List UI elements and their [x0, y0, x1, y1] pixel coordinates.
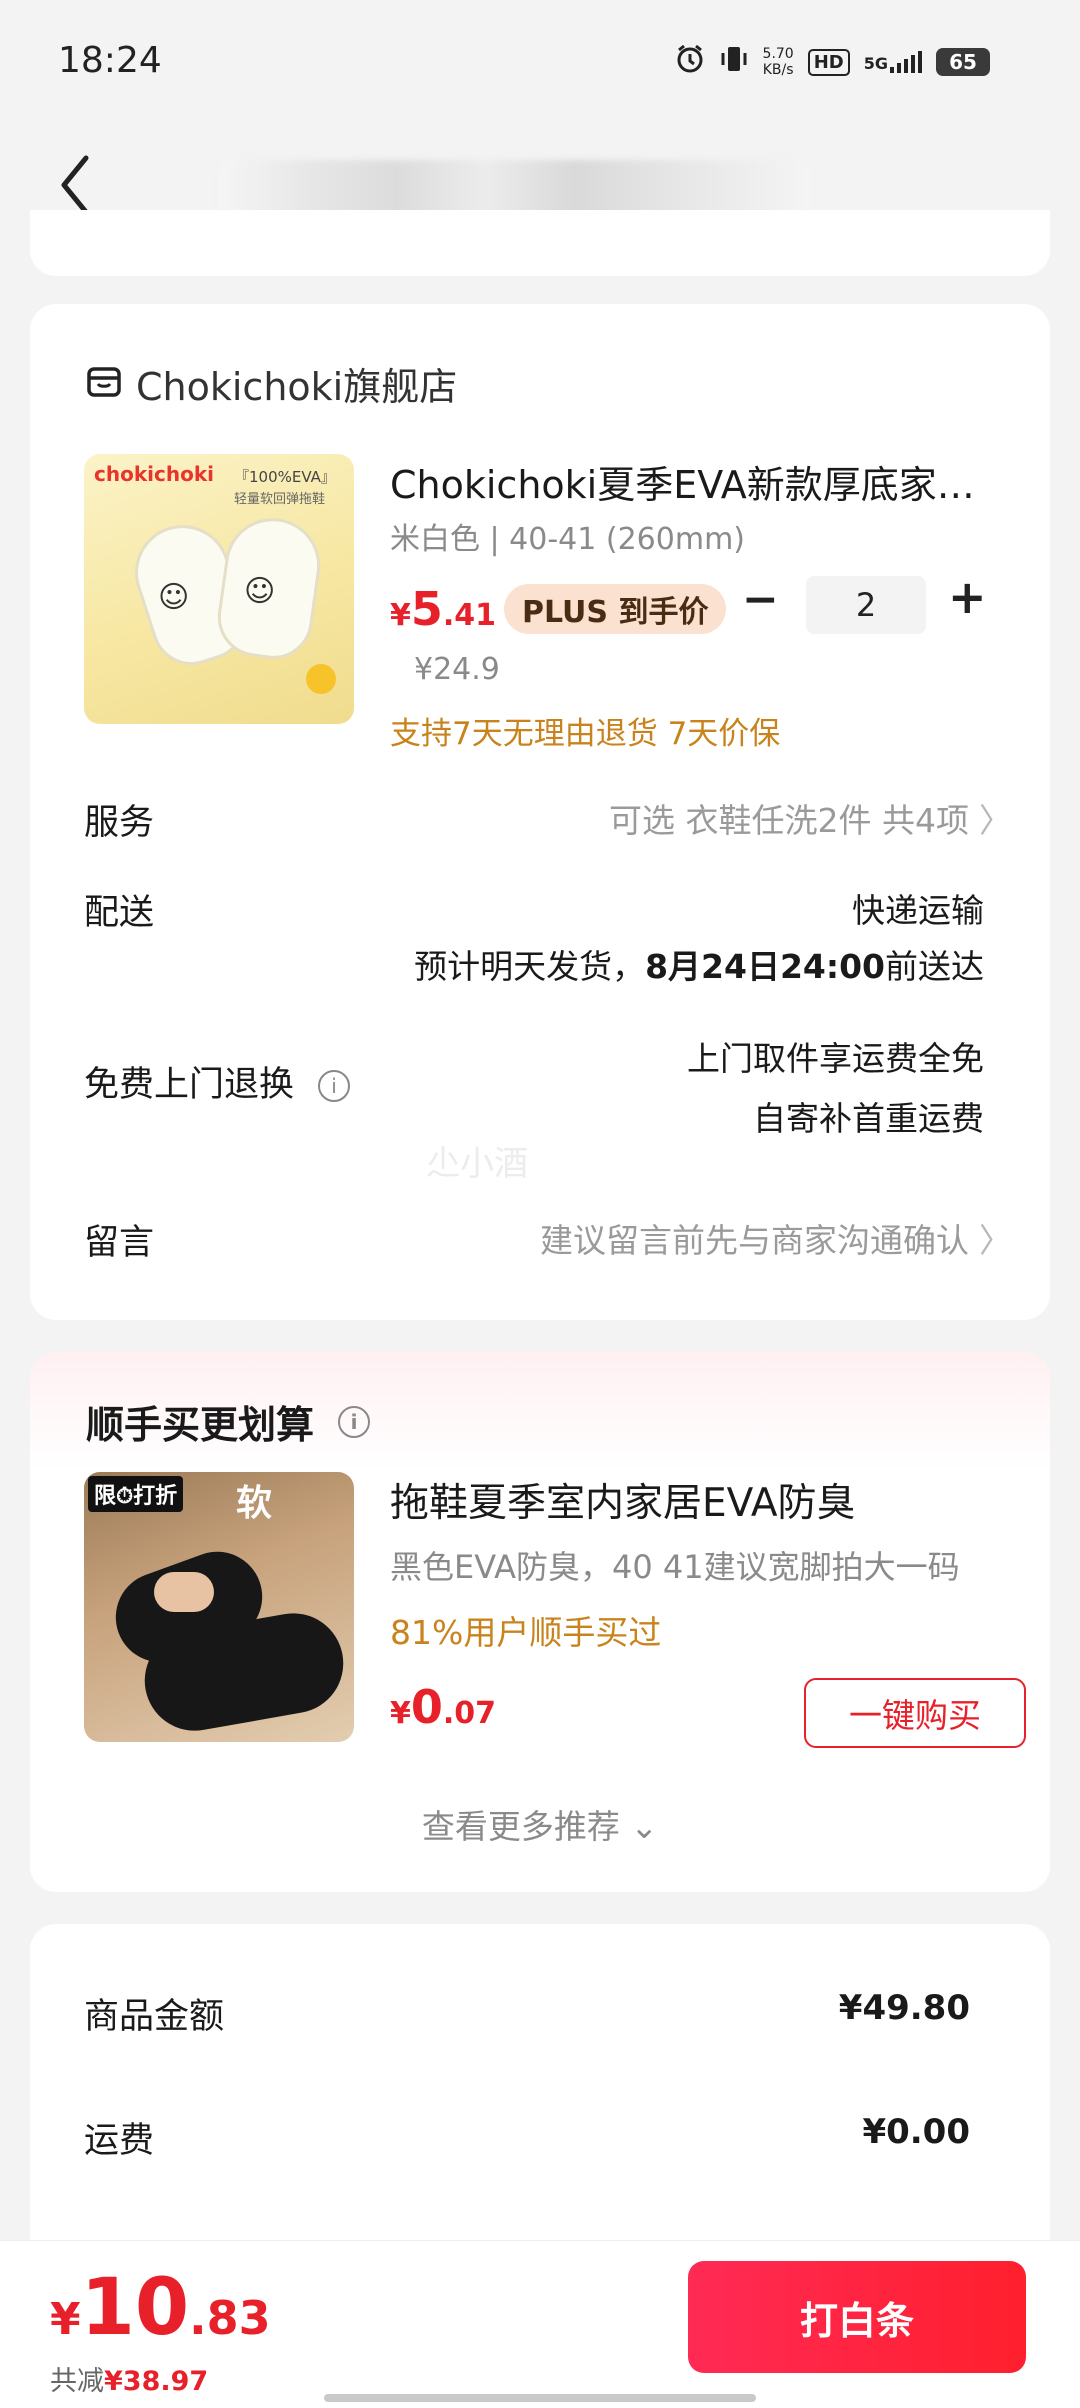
thumb-brand: chokichoki: [94, 462, 214, 486]
store-icon: [86, 364, 122, 404]
thumb-sub: 轻量软回弹拖鞋: [234, 492, 326, 507]
delivery-label: 配送: [84, 893, 155, 933]
delivery-method: 快递运输: [852, 891, 984, 930]
shipping-label: 运费: [84, 2121, 155, 2161]
chevron-right-icon: 〉: [979, 1221, 1012, 1260]
one-click-buy-button[interactable]: 一键购买: [804, 1678, 1026, 1748]
return-line2: 自寄补首重运费: [753, 1099, 984, 1138]
alarm-icon: [675, 44, 705, 80]
plus-price-badge: PLUS 到手价: [504, 584, 727, 634]
original-price: ¥24.9: [414, 652, 500, 687]
status-bar: 18:24 5.70 KB/s HD 5G 65: [0, 0, 1080, 120]
info-icon[interactable]: i: [338, 1405, 371, 1438]
net-speed: 5.70 KB/s: [762, 46, 794, 78]
product-spec[interactable]: 米白色 | 40-41 (260mm): [390, 514, 745, 558]
chevron-right-icon: 〉: [979, 801, 1012, 840]
vibrate-icon: [719, 44, 749, 80]
goods-amount-value: ¥49.80: [838, 1988, 970, 2028]
product-title[interactable]: Chokichoki夏季EVA新款厚底家居拖鞋: [390, 454, 1010, 509]
limited-discount-badge: 限⏱打折: [88, 1476, 184, 1512]
battery-icon: 65: [936, 48, 990, 76]
yellow-ball: [306, 664, 336, 694]
return-line1: 上门取件享运费全免: [687, 1039, 984, 1078]
note-input[interactable]: 建议留言前先与商家沟通确认〉: [540, 1214, 1012, 1262]
foot: [154, 1572, 214, 1612]
delivery-estimate: 预计明天发货，8月24日24:00前送达: [414, 947, 984, 986]
note-label: 留言: [84, 1223, 155, 1263]
recommend-product-spec: 黑色EVA防臭，40 41建议宽脚拍大一码: [390, 1548, 960, 1586]
goods-amount-label: 商品金额: [84, 1997, 225, 2037]
recommend-product-image[interactable]: 限⏱打折 软: [84, 1472, 354, 1742]
recommend-title: 顺手买更划算 i: [86, 1394, 371, 1449]
shipping-value: ¥0.00: [862, 2112, 970, 2152]
recommend-card: 顺手买更划算 i 限⏱打折 软 拖鞋夏季室内家居EVA防臭 黑色EVA防臭，40 …: [30, 1352, 1050, 1892]
recommend-price: ¥ 0 .07: [390, 1680, 497, 1734]
product-price: ¥ 5 .41: [390, 582, 497, 636]
quantity-input[interactable]: 2: [806, 576, 926, 634]
quantity-decrease-button[interactable]: −: [742, 574, 779, 625]
total-saved: 共减¥38.97: [50, 2366, 209, 2397]
guarantee-text: 支持7天无理由退货 7天价保: [390, 716, 781, 752]
service-selector[interactable]: 可选 衣鞋任洗2件 共4项〉: [609, 794, 1012, 842]
home-indicator[interactable]: [324, 2394, 756, 2402]
pay-button[interactable]: 打白条: [688, 2261, 1026, 2373]
recommend-bought-rate: 81%用户顺手买过: [390, 1613, 662, 1652]
more-recommend-link[interactable]: 查看更多推荐 ⌄: [30, 1800, 1050, 1848]
status-time: 18:24: [58, 40, 162, 81]
product-image[interactable]: chokichoki 『100%EVA』 轻量软回弹拖鞋 ☺ ☺: [84, 454, 354, 724]
soft-badge: 软: [236, 1483, 273, 1524]
order-card: Chokichoki旗舰店 chokichoki 『100%EVA』 轻量软回弹…: [30, 304, 1050, 1320]
return-label: 免费上门退换 i: [84, 1056, 351, 1107]
service-label: 服务: [84, 803, 155, 843]
recommend-product-name[interactable]: 拖鞋夏季室内家居EVA防臭: [390, 1472, 856, 1528]
hd-icon: HD: [807, 48, 850, 76]
quantity-increase-button[interactable]: +: [948, 570, 987, 624]
shop-name: Chokichoki旗舰店: [136, 365, 458, 409]
watermark: 尐小酒: [426, 1144, 528, 1184]
smiley-icon: ☺: [244, 574, 276, 609]
chevron-down-icon: ⌄: [630, 1807, 659, 1846]
shop-row[interactable]: Chokichoki旗舰店: [86, 356, 457, 411]
info-icon[interactable]: i: [318, 1070, 351, 1102]
checkout-bar: ¥ 10 .83 共减¥38.97 打白条: [0, 2240, 1080, 2408]
smiley-icon: ☺: [158, 580, 190, 615]
status-icons: 5.70 KB/s HD 5G 65: [675, 44, 990, 80]
previous-card-stub: [30, 210, 1050, 276]
signal-icon: 5G: [864, 51, 922, 73]
total-price: ¥ 10 .83: [50, 2263, 271, 2353]
thumb-tag: 『100%EVA』: [234, 468, 336, 486]
